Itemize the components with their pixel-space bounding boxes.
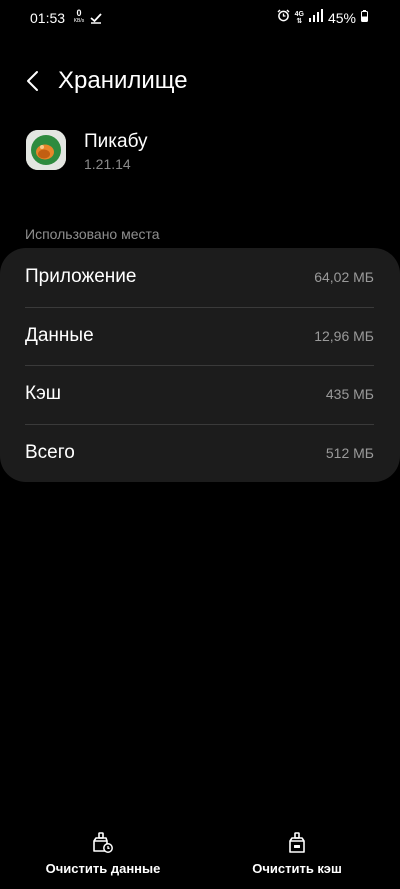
status-right-group: 4G ⇅ 45% [277,9,368,27]
signal-icon [308,9,323,27]
storage-row-label: Приложение [25,266,137,287]
network-type: 4G [294,11,304,18]
download-complete-icon [90,11,102,29]
app-name: Пикабу [84,131,148,152]
battery-icon [361,9,368,27]
storage-row-cache: Кэш 435 МБ [0,365,400,423]
storage-row-value: 64,02 МБ [314,269,374,285]
clear-data-button[interactable]: Очистить данные [33,832,173,876]
storage-row-label: Кэш [25,383,62,404]
network-speed-indicator: 0 KB/s [72,9,86,24]
battery-percent: 45% [327,10,356,26]
storage-card: Приложение 64,02 МБ Данные 12,96 МБ Кэш … [0,248,400,482]
back-button[interactable] [18,66,48,96]
storage-row-value: 12,96 МБ [314,328,374,344]
page-title: Хранилище [58,67,188,94]
section-label-used-space: Использовано места [25,226,160,242]
storage-row-label: Всего [25,442,75,463]
network-speed-unit: KB/s [73,18,85,24]
clear-data-label: Очистить данные [45,861,161,876]
data-arrows-icon: ⇅ [296,18,303,25]
app-version: 1.21.14 [84,156,131,172]
mobile-data-icon: 4G ⇅ [295,11,304,25]
app-icon [26,130,66,170]
storage-row-data: Данные 12,96 МБ [0,307,400,365]
status-time: 01:53 [30,10,66,26]
alarm-icon [277,9,290,27]
storage-row-app: Приложение 64,02 МБ [0,248,400,306]
storage-row-total: Всего 512 МБ [0,424,400,482]
chevron-left-icon [27,71,38,91]
clear-data-icon [91,832,115,854]
clear-cache-button[interactable]: Очистить кэш [227,832,367,876]
clear-cache-label: Очистить кэш [252,861,342,876]
storage-row-value: 435 МБ [325,386,374,402]
clear-cache-icon [285,832,309,854]
storage-row-value: 512 МБ [325,445,374,461]
status-bar: 01:53 0 KB/s 4G ⇅ 45% [0,0,400,36]
storage-row-label: Данные [25,325,94,346]
header: Хранилище [0,58,400,104]
network-speed-value: 0 [76,8,82,18]
